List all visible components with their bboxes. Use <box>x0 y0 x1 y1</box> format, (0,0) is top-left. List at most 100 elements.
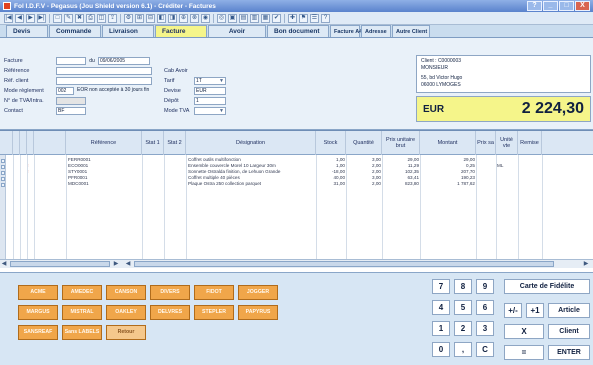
tool-icon[interactable]: ⊟ <box>146 13 155 23</box>
first-icon[interactable]: |◀ <box>4 13 13 23</box>
tarif-select[interactable]: 1T ▼ <box>194 76 226 85</box>
maximize-button[interactable]: □ <box>559 1 574 11</box>
tool-icon[interactable]: ◉ <box>201 13 210 23</box>
article-shortcut-button[interactable]: DIVERS <box>150 285 190 300</box>
column-header[interactable]: Désignation <box>186 131 316 155</box>
article-shortcut-button[interactable]: DELVRES <box>150 305 190 320</box>
scroll-left-icon[interactable]: ◀ <box>124 260 132 268</box>
contact-field[interactable]: BF <box>56 106 86 115</box>
plus-minus-button[interactable]: +/- <box>504 303 522 318</box>
table-row[interactable]: PFR0001 Coffret multiple 40 pièces 40,00 3,… <box>0 175 593 181</box>
article-shortcut-button[interactable]: STEPLER <box>194 305 234 320</box>
tab-autre-client[interactable]: Autre Client <box>392 25 430 37</box>
keypad-key[interactable]: 3 <box>476 321 494 336</box>
column-header[interactable]: Unité vte <box>496 131 518 155</box>
article-shortcut-button[interactable]: AMEDEC <box>62 285 102 300</box>
facture-date-field[interactable]: 09/06/2005 <box>98 56 150 65</box>
keypad-key[interactable]: 0 <box>432 342 450 357</box>
devise-field[interactable]: EUR <box>194 86 226 95</box>
tab-bon-document[interactable]: Bon document <box>267 25 329 37</box>
ref-client-field[interactable] <box>56 76 152 85</box>
plus-one-button[interactable]: +1 <box>526 303 544 318</box>
tab-commande[interactable]: Commande <box>49 25 101 37</box>
column-header[interactable]: Stock <box>316 131 346 155</box>
article-shortcut-button[interactable]: Retour <box>106 325 146 340</box>
column-header[interactable]: Prix sa <box>476 131 496 155</box>
edit-icon[interactable]: ✎ <box>64 13 73 23</box>
article-shortcut-button[interactable]: FIDOT <box>194 285 234 300</box>
tool-icon[interactable]: ☰ <box>310 13 319 23</box>
tool-icon[interactable]: ▥ <box>250 13 259 23</box>
keypad-key[interactable]: 6 <box>476 300 494 315</box>
horizontal-scrollbar[interactable]: ◀ ▶ ◀ ▶ <box>0 259 593 268</box>
column-header[interactable] <box>6 131 13 155</box>
preview-icon[interactable]: ◫ <box>97 13 106 23</box>
column-header[interactable]: Référence <box>66 131 142 155</box>
tab-facture-a4[interactable]: Facture A4 <box>330 25 362 37</box>
export-icon[interactable]: ⇪ <box>108 13 117 23</box>
tool-icon[interactable]: ▤ <box>239 13 248 23</box>
tool-icon[interactable]: ⚑ <box>299 13 308 23</box>
article-shortcut-button[interactable]: CANSON <box>106 285 146 300</box>
tab-facture[interactable]: Facture <box>155 25 207 37</box>
column-header[interactable]: Stat 1 <box>142 131 164 155</box>
keypad-key[interactable]: 4 <box>432 300 450 315</box>
client-button[interactable]: Client <box>548 324 590 339</box>
tool-icon[interactable]: ⊕ <box>179 13 188 23</box>
tool-icon[interactable]: ▣ <box>228 13 237 23</box>
tool-icon[interactable]: ⊞ <box>135 13 144 23</box>
scroll-thumb[interactable] <box>134 261 554 267</box>
print-icon[interactable]: ⎙ <box>86 13 95 23</box>
scroll-left-icon[interactable]: ◀ <box>0 260 8 268</box>
new-icon[interactable]: □ <box>53 13 62 23</box>
article-shortcut-button[interactable]: Sans LABELS <box>62 325 102 340</box>
column-header[interactable]: Quantité <box>346 131 382 155</box>
keypad-key[interactable]: 8 <box>454 279 472 294</box>
last-icon[interactable]: ▶| <box>37 13 46 23</box>
tab-avoir[interactable]: Avoir <box>208 25 266 37</box>
scroll-right-icon[interactable]: ▶ <box>582 260 590 268</box>
equals-button[interactable]: = <box>504 345 544 360</box>
keypad-key[interactable]: 1 <box>432 321 450 336</box>
reference-field[interactable] <box>56 66 152 75</box>
tool-icon[interactable]: ▦ <box>261 13 270 23</box>
close-button[interactable]: X <box>575 1 590 11</box>
loyalty-card-button[interactable]: Carte de Fidélite <box>504 279 590 294</box>
table-row[interactable]: ! STY0001 Sonnette Ostralda finition, de L… <box>0 169 593 175</box>
scroll-right-icon[interactable]: ▶ <box>112 260 120 268</box>
tab-livraison[interactable]: Livraison <box>102 25 154 37</box>
keypad-key[interactable]: 2 <box>454 321 472 336</box>
minimize-button[interactable]: _ <box>543 1 558 11</box>
column-header[interactable]: Prix unitaire brut <box>382 131 420 155</box>
keypad-key[interactable]: 5 <box>454 300 472 315</box>
column-header[interactable] <box>13 131 20 155</box>
article-shortcut-button[interactable]: SANSREAF <box>18 325 58 340</box>
scroll-thumb[interactable] <box>10 261 110 267</box>
column-header[interactable] <box>20 131 27 155</box>
tool-icon[interactable]: ✔ <box>272 13 281 23</box>
tool-icon[interactable]: ✚ <box>288 13 297 23</box>
article-shortcut-button[interactable]: JOGGER <box>238 285 278 300</box>
column-header[interactable]: Stat 2 <box>164 131 186 155</box>
column-header[interactable] <box>27 131 34 155</box>
article-shortcut-button[interactable]: MARGUS <box>18 305 58 320</box>
article-shortcut-button[interactable]: MISTRAL <box>62 305 102 320</box>
help-window-button[interactable]: ? <box>527 1 542 11</box>
multiply-button[interactable]: X <box>504 324 544 339</box>
keypad-key[interactable]: , <box>454 342 472 357</box>
facture-number-field[interactable] <box>56 56 86 65</box>
article-shortcut-button[interactable]: OAKLEY <box>106 305 146 320</box>
tool-icon[interactable]: ◨ <box>168 13 177 23</box>
tab-devis[interactable]: Devis <box>6 25 48 37</box>
next-icon[interactable]: ▶ <box>26 13 35 23</box>
delete-icon[interactable]: ✖ <box>75 13 84 23</box>
tva-intra-field[interactable] <box>56 96 86 105</box>
table-row[interactable]: ! ECO0001 Ensemble couvercle Morel 10 Larg… <box>0 163 593 169</box>
tab-adresse[interactable]: Adresse <box>361 25 391 37</box>
keypad-key[interactable]: 9 <box>476 279 494 294</box>
column-header[interactable] <box>34 131 66 155</box>
tool-icon[interactable]: ⊗ <box>190 13 199 23</box>
article-button[interactable]: Article <box>548 303 590 318</box>
table-row[interactable]: FERR0001 Coffret outils multifonction 1,00… <box>0 157 593 163</box>
tool-icon[interactable]: ⚙ <box>124 13 133 23</box>
